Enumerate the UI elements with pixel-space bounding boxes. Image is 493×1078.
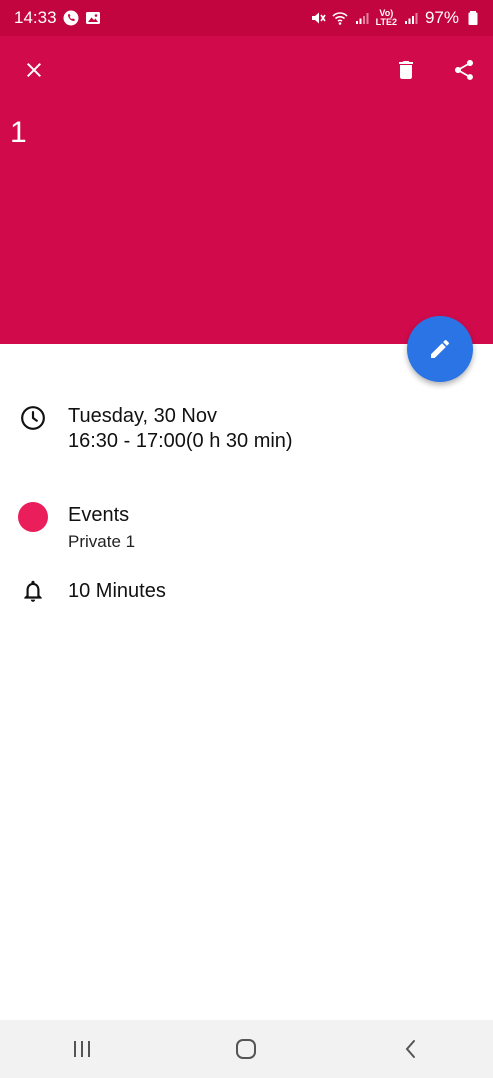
- wifi-icon: [332, 10, 348, 26]
- back-icon: [405, 1040, 415, 1058]
- bell-icon: [20, 578, 46, 604]
- calendar-color-dot: [18, 502, 48, 532]
- calendar-name: Events: [68, 504, 130, 526]
- clock-icon: [20, 405, 46, 431]
- recent-apps-icon: [74, 1041, 91, 1057]
- edit-event-button[interactable]: [407, 316, 473, 382]
- close-icon: [27, 63, 41, 77]
- status-time: 14:33: [14, 8, 57, 27]
- status-left: 14:33: [14, 8, 101, 28]
- status-bar: 14:33 Vo) LTE2 97%: [0, 0, 493, 36]
- reminder-text: 10 Minutes: [68, 580, 166, 602]
- battery-icon: [465, 10, 481, 26]
- delete-icon: [399, 61, 413, 79]
- navigation-bar: [0, 1020, 493, 1078]
- event-header: 1: [0, 36, 493, 344]
- volte-label: Vo) LTE2: [375, 8, 397, 27]
- home-button[interactable]: [216, 1020, 276, 1078]
- event-time-range: 16:30 - 17:00(0 h 30 min): [68, 430, 293, 452]
- share-icon: [455, 60, 473, 80]
- home-icon: [236, 1039, 257, 1059]
- signal-icon-2: [403, 10, 419, 26]
- battery-percent: 97%: [424, 8, 459, 27]
- mute-icon: [310, 10, 326, 26]
- recent-apps-button[interactable]: [52, 1020, 112, 1078]
- phone-call-icon: [63, 10, 79, 26]
- delete-button[interactable]: [388, 52, 424, 88]
- event-date: Tuesday, 30 Nov: [68, 405, 217, 427]
- signal-icon-1: [354, 10, 370, 26]
- event-calendar-text: Events Private 1: [68, 502, 135, 556]
- image-notification-icon: [85, 10, 101, 26]
- close-button[interactable]: [16, 52, 52, 88]
- event-title: 1: [10, 116, 27, 149]
- status-right: Vo) LTE2 97%: [310, 8, 481, 28]
- share-button[interactable]: [446, 52, 482, 88]
- calendar-account: Private 1: [68, 532, 136, 551]
- back-button[interactable]: [381, 1020, 441, 1078]
- edit-icon: [431, 339, 450, 358]
- event-time-text: Tuesday, 30 Nov 16:30 - 17:00(0 h 30 min…: [68, 404, 293, 454]
